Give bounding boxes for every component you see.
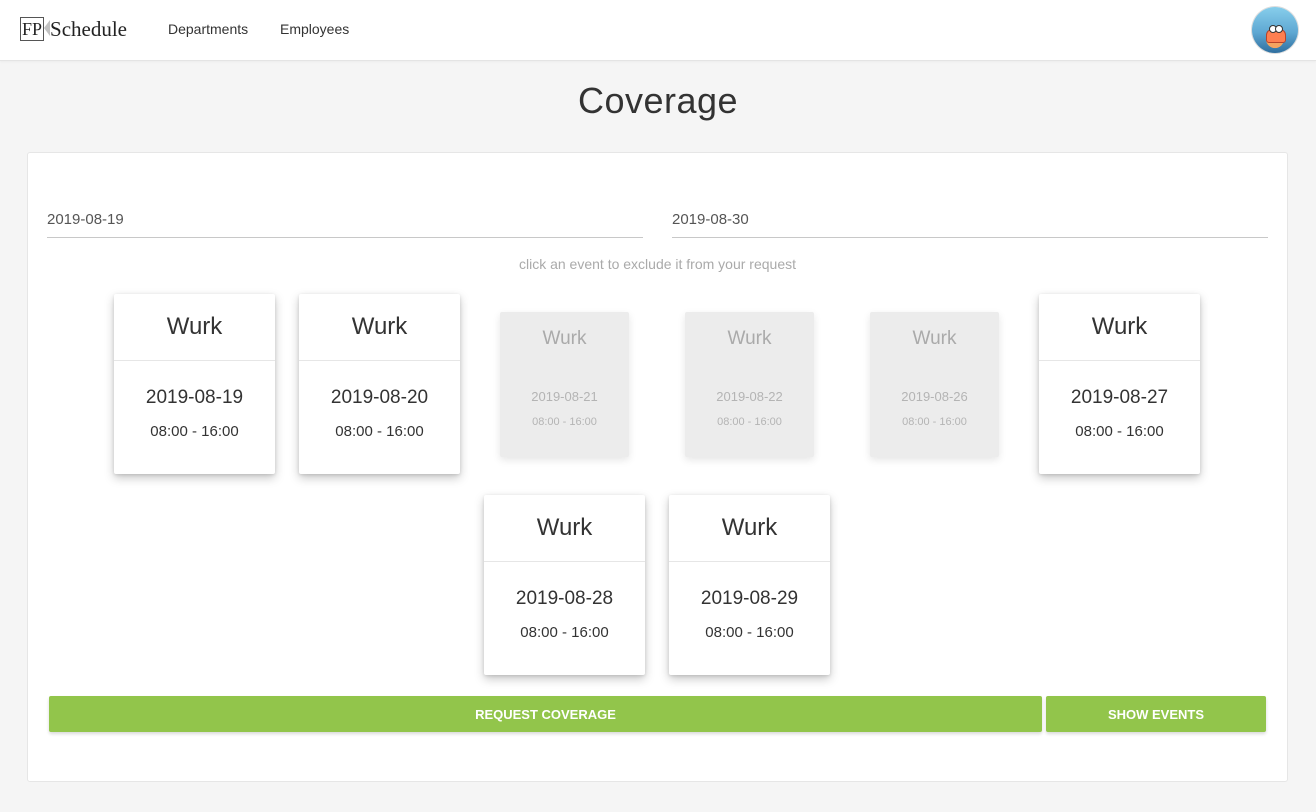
event-title: Wurk xyxy=(669,495,830,562)
event-time: 08:00 - 16:00 xyxy=(532,416,597,428)
event-card[interactable]: Wurk 2019-08-20 08:00 - 16:00 xyxy=(299,294,460,474)
event-date: 2019-08-19 xyxy=(145,387,244,408)
event-title: Wurk xyxy=(299,294,460,361)
event-card[interactable]: Wurk 2019-08-19 08:00 - 16:00 xyxy=(114,294,275,474)
end-date-input[interactable]: 2019-08-30 xyxy=(672,211,1268,238)
event-time: 08:00 - 16:00 xyxy=(335,423,424,440)
logo-text: Schedule xyxy=(50,16,128,41)
event-date: 2019-08-29 xyxy=(700,588,799,609)
request-coverage-button[interactable]: REQUEST COVERAGE xyxy=(49,696,1042,732)
event-time: 08:00 - 16:00 xyxy=(705,624,794,641)
event-time: 08:00 - 16:00 xyxy=(1075,423,1164,440)
event-time: 08:00 - 16:00 xyxy=(150,423,239,440)
show-events-button[interactable]: SHOW EVENTS xyxy=(1046,696,1266,732)
event-card[interactable]: Wurk 2019-08-29 08:00 - 16:00 xyxy=(669,495,830,675)
event-title: Wurk xyxy=(912,328,957,349)
event-date: 2019-08-21 xyxy=(531,389,598,404)
exclude-hint: click an event to exclude it from your r… xyxy=(518,256,797,272)
event-card-excluded[interactable]: Wurk 2019-08-21 08:00 - 16:00 xyxy=(500,312,629,457)
event-time: 08:00 - 16:00 xyxy=(902,416,967,428)
nav-link-departments[interactable]: Departments xyxy=(168,21,248,37)
event-title: Wurk xyxy=(114,294,275,361)
event-date: 2019-08-27 xyxy=(1070,387,1169,408)
event-time: 08:00 - 16:00 xyxy=(717,416,782,428)
nav-link-employees[interactable]: Employees xyxy=(280,21,349,37)
event-date: 2019-08-20 xyxy=(330,387,429,408)
coverage-panel: 2019-08-19 2019-08-30 click an event to … xyxy=(27,152,1288,782)
page-title: Coverage xyxy=(577,80,739,121)
start-date-input[interactable]: 2019-08-19 xyxy=(47,211,643,238)
event-date: 2019-08-28 xyxy=(515,588,614,609)
event-card[interactable]: Wurk 2019-08-27 08:00 - 16:00 xyxy=(1039,294,1200,474)
event-time: 08:00 - 16:00 xyxy=(520,624,609,641)
top-navbar: FP Schedule Departments Employees xyxy=(0,0,1316,61)
event-title: Wurk xyxy=(484,495,645,562)
event-title: Wurk xyxy=(542,328,587,349)
event-card[interactable]: Wurk 2019-08-28 08:00 - 16:00 xyxy=(484,495,645,675)
event-card-excluded[interactable]: Wurk 2019-08-26 08:00 - 16:00 xyxy=(870,312,999,457)
event-date: 2019-08-26 xyxy=(901,389,968,404)
logo-fp-mark: FP xyxy=(20,17,51,41)
app-logo[interactable]: FP Schedule xyxy=(20,16,127,42)
event-card-excluded[interactable]: Wurk 2019-08-22 08:00 - 16:00 xyxy=(685,312,814,457)
event-date: 2019-08-22 xyxy=(716,389,783,404)
event-title: Wurk xyxy=(727,328,772,349)
user-avatar[interactable] xyxy=(1252,7,1298,53)
event-title: Wurk xyxy=(1039,294,1200,361)
